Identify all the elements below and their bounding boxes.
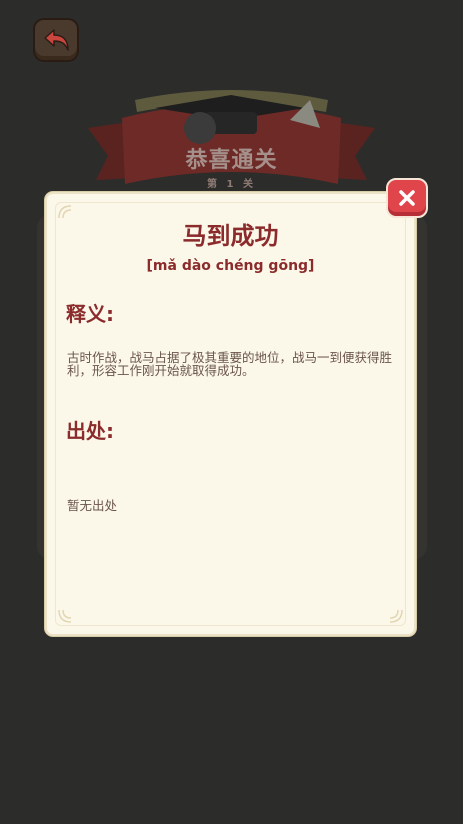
banner-title: 恭喜通关 bbox=[185, 148, 278, 173]
idiom-title: 马到成功 bbox=[182, 222, 279, 250]
close-button[interactable] bbox=[386, 178, 428, 218]
source-heading: 出处: bbox=[66, 419, 114, 443]
corner-ornament-icon bbox=[389, 609, 403, 623]
source-text: 暂无出处 bbox=[67, 498, 118, 513]
meaning-text: 古时作战，战马占据了极其重要的地位，战马一到便获得胜利，形容工作刚开始就取得成功… bbox=[67, 350, 393, 378]
level-complete-banner: 恭喜通关 第 1 关 bbox=[0, 0, 463, 200]
idiom-detail-dialog: 马到成功 [mǎ dào chéng gōng] 释义: 古时作战，战马占据了极… bbox=[45, 192, 416, 636]
idiom-pinyin: [mǎ dào chéng gōng] bbox=[146, 258, 315, 274]
meaning-heading: 释义: bbox=[66, 302, 114, 326]
corner-ornament-icon bbox=[58, 609, 72, 623]
